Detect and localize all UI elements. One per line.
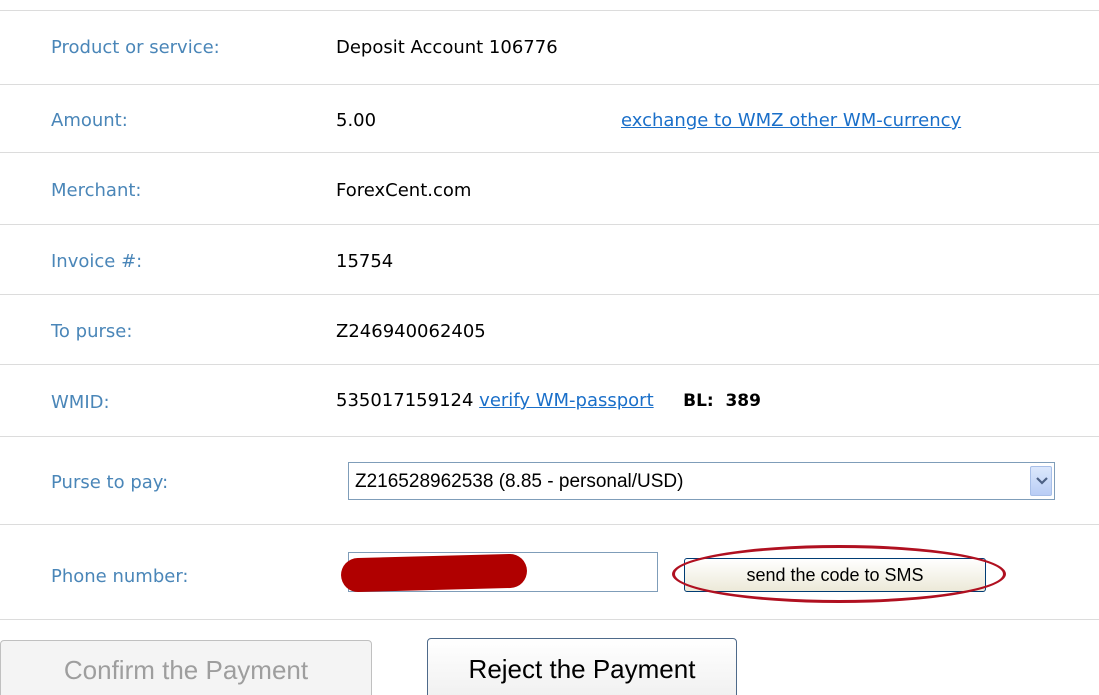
bl-label: BL: xyxy=(683,391,714,411)
verify-passport-link[interactable]: verify WM-passport xyxy=(479,390,653,411)
redaction-mark xyxy=(340,553,528,593)
product-value: Deposit Account 106776 xyxy=(336,37,558,58)
send-sms-code-button[interactable]: send the code to SMS xyxy=(684,558,986,592)
amount-label: Amount: xyxy=(51,110,128,131)
exchange-currency-link[interactable]: exchange to WMZ other WM-currency xyxy=(621,110,961,131)
merchant-label: Merchant: xyxy=(51,180,142,201)
divider xyxy=(0,10,1099,11)
divider xyxy=(0,224,1099,225)
confirm-payment-button[interactable]: Confirm the Payment xyxy=(0,640,372,695)
wmid-value: 535017159124 xyxy=(336,390,474,411)
to-purse-label: To purse: xyxy=(51,321,133,342)
divider xyxy=(0,524,1099,525)
divider xyxy=(0,436,1099,437)
chevron-down-icon[interactable] xyxy=(1030,466,1052,496)
amount-value: 5.00 xyxy=(336,110,377,131)
purse-to-pay-label: Purse to pay: xyxy=(51,472,169,493)
divider xyxy=(0,364,1099,365)
invoice-label: Invoice #: xyxy=(51,251,143,272)
to-purse-value: Z246940062405 xyxy=(336,321,486,342)
purse-select-value: Z216528962538 (8.85 - personal/USD) xyxy=(355,471,684,492)
bl-value: 389 xyxy=(725,391,761,411)
phone-label: Phone number: xyxy=(51,566,189,587)
invoice-value: 15754 xyxy=(336,251,394,272)
wmid-label: WMID: xyxy=(51,392,110,413)
divider xyxy=(0,152,1099,153)
divider xyxy=(0,294,1099,295)
divider xyxy=(0,619,1099,620)
purse-select[interactable]: Z216528962538 (8.85 - personal/USD) xyxy=(348,462,1055,500)
reject-payment-button[interactable]: Reject the Payment xyxy=(427,638,737,695)
product-label: Product or service: xyxy=(51,37,220,58)
wmid-value-group: 535017159124 verify WM-passport BL: 389 xyxy=(336,390,761,411)
merchant-value: ForexCent.com xyxy=(336,180,472,201)
divider xyxy=(0,84,1099,85)
